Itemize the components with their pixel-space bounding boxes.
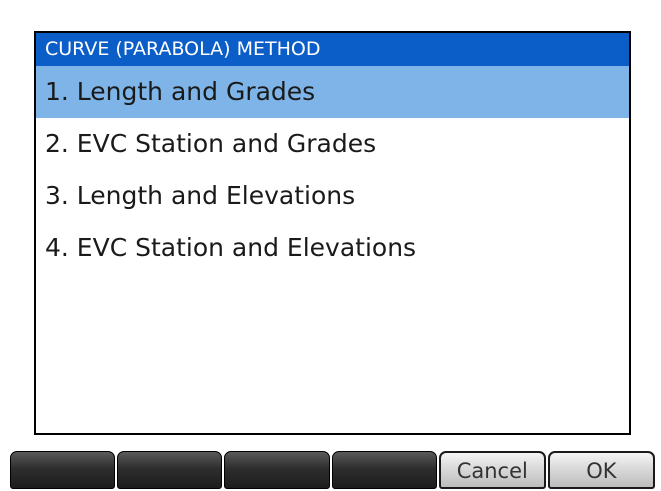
cancel-button[interactable]: Cancel [438,451,546,489]
softkey-2[interactable] [117,451,223,489]
softkey-4[interactable] [331,451,437,489]
method-list: 1. Length and Grades 2. EVC Station and … [36,66,629,274]
ok-button[interactable]: OK [547,451,656,489]
dialog-title: CURVE (PARABOLA) METHOD [36,33,629,66]
menu-item-evc-station-and-elevations[interactable]: 4. EVC Station and Elevations [36,222,629,274]
softkey-1[interactable] [10,451,116,489]
choose-dialog: CURVE (PARABOLA) METHOD 1. Length and Gr… [34,31,631,435]
menu-item-length-and-elevations[interactable]: 3. Length and Elevations [36,170,629,222]
softkey-bar: Cancel OK [10,451,656,491]
softkey-3[interactable] [224,451,330,489]
menu-item-evc-station-and-grades[interactable]: 2. EVC Station and Grades [36,118,629,170]
calculator-screen: CURVE (PARABOLA) METHOD 1. Length and Gr… [0,0,661,491]
menu-item-length-and-grades[interactable]: 1. Length and Grades [36,66,629,118]
